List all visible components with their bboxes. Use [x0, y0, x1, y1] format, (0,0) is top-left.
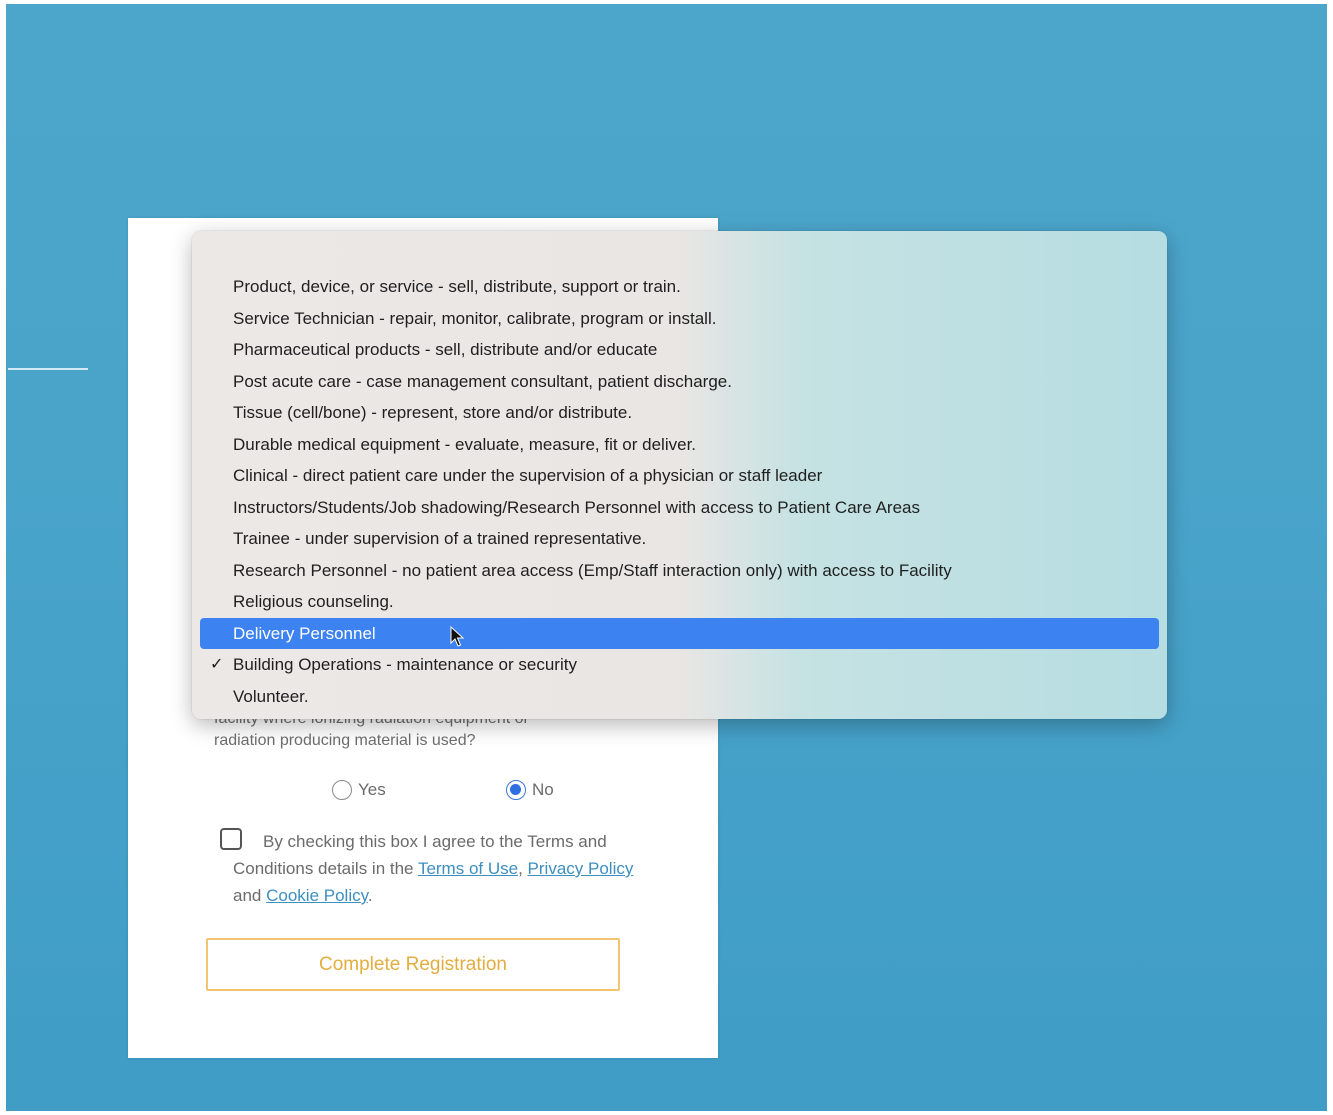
radio-no-option[interactable]: No — [506, 780, 554, 800]
dropdown-option-label: Volunteer. — [233, 686, 309, 706]
dropdown-option-label: Product, device, or service - sell, dist… — [233, 277, 681, 296]
dropdown-option[interactable]: Service Technician - repair, monitor, ca… — [192, 303, 1167, 335]
cookie-policy-link[interactable]: Cookie Policy — [266, 886, 368, 905]
dropdown-option-label: Trainee - under supervision of a trained… — [233, 529, 647, 548]
dropdown-option-label: Delivery Personnel — [233, 623, 376, 643]
dropdown-option[interactable]: ✓ Building Operations - maintenance or se… — [192, 649, 1167, 681]
dropdown-option-label: Instructors/Students/Job shadowing/Resea… — [233, 497, 920, 517]
dropdown-option[interactable]: Volunteer. — [192, 681, 1167, 713]
dropdown-option[interactable]: Trainee - under supervision of a trained… — [192, 523, 1167, 555]
dropdown-option-label: Service Technician - repair, monitor, ca… — [233, 308, 717, 328]
terms-of-use-link[interactable]: Terms of Use — [418, 859, 518, 878]
dropdown-option-label: Tissue (cell/bone) - represent, store an… — [233, 403, 633, 422]
dropdown-option[interactable]: Product, device, or service - sell, dist… — [192, 271, 1167, 303]
radio-no-label: No — [532, 780, 554, 799]
terms-comma: , — [518, 859, 523, 878]
dropdown-option[interactable]: Research Personnel - no patient area acc… — [192, 555, 1167, 587]
dropdown-option[interactable]: Pharmaceutical products - sell, distribu… — [192, 334, 1167, 366]
radio-yes[interactable] — [332, 780, 352, 800]
dropdown-option[interactable]: Instructors/Students/Job shadowing/Resea… — [192, 492, 1167, 524]
dropdown-options-list: Product, device, or service - sell, dist… — [192, 271, 1167, 712]
privacy-policy-link[interactable]: Privacy Policy — [528, 859, 634, 878]
radio-no[interactable] — [506, 780, 526, 800]
checkmark-icon: ✓ — [210, 656, 224, 673]
dropdown-option-label: Durable medical equipment - evaluate, me… — [233, 434, 697, 454]
backdrop-divider — [8, 368, 88, 370]
dropdown-option[interactable]: Delivery Personnel — [200, 617, 1159, 649]
dropdown-option-label: Clinical - direct patient care under the… — [233, 466, 823, 485]
complete-registration-button[interactable]: Complete Registration — [206, 938, 620, 991]
dropdown-option-label: Building Operations - maintenance or sec… — [233, 655, 577, 674]
dropdown-option[interactable]: Tissue (cell/bone) - represent, store an… — [192, 397, 1167, 429]
dropdown-option[interactable]: Religious counseling. — [192, 586, 1167, 618]
dropdown-option[interactable]: Durable medical equipment - evaluate, me… — [192, 429, 1167, 461]
dropdown-option[interactable]: Post acute care - case management consul… — [192, 366, 1167, 398]
dropdown-option[interactable]: Clinical - direct patient care under the… — [192, 460, 1167, 492]
terms-and: and — [233, 886, 262, 905]
mouse-pointer-icon — [450, 626, 464, 647]
role-dropdown-menu: Product, device, or service - sell, dist… — [192, 231, 1167, 719]
dropdown-option-label: Pharmaceutical products - sell, distribu… — [233, 340, 658, 359]
dropdown-option-label: Research Personnel - no patient area acc… — [233, 560, 952, 580]
radio-yes-label: Yes — [358, 780, 386, 799]
terms-text: By checking this box I agree to the Term… — [233, 828, 653, 909]
dropdown-option-label: Religious counseling. — [233, 592, 394, 611]
dropdown-option-label: Post acute care - case management consul… — [233, 371, 732, 391]
radio-yes-option[interactable]: Yes — [332, 780, 386, 800]
terms-period: . — [367, 886, 373, 905]
